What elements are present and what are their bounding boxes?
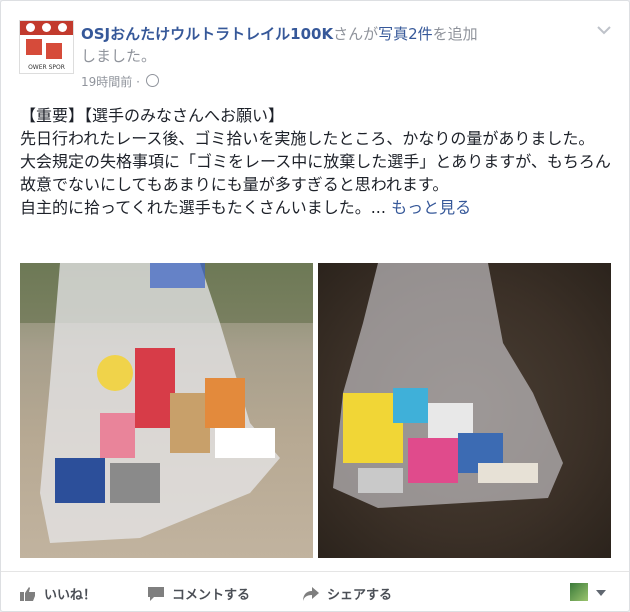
photos-link[interactable]: 写真2件 (378, 25, 433, 43)
post-header: OSJおんたけウルトラトレイル100Kさんが写真2件を追加 しました。 (81, 23, 551, 67)
page-name-link[interactable]: OSJおんたけウルトラトレイル100K (81, 25, 333, 43)
share-button[interactable]: シェアする (303, 584, 392, 603)
post-text-line: 大会規定の失格事項に「ゴミをレース中に放棄した選手」とありますが、もちろん故意で… (20, 152, 611, 194)
photo-1[interactable] (20, 263, 313, 558)
avatar-caption: OWER SPOR (28, 64, 65, 71)
chevron-down-icon[interactable] (597, 25, 611, 35)
like-button[interactable]: いいね！ (20, 584, 96, 603)
comment-button[interactable]: コメントする (148, 584, 250, 603)
comment-icon (148, 587, 164, 601)
globe-icon (145, 74, 159, 87)
trash-bag-photo-1 (20, 263, 313, 543)
audience-chevron-icon[interactable] (596, 590, 606, 596)
post-text-line: 先日行われたレース後、ゴミ拾いを実施したところ、かなりの量がありました。 (20, 129, 595, 148)
thumbs-up-icon (20, 587, 35, 601)
action-pre: さんが (333, 25, 379, 43)
meta-separator: · (132, 75, 144, 89)
action-post: を追加 (432, 25, 478, 43)
post-card: OWER SPOR OSJおんたけウルトラトレイル100Kさんが写真2件を追加 … (0, 0, 630, 612)
post-text-line: 自主的に拾ってくれた選手もたくさんいました。... (20, 198, 386, 217)
post-body: 【重要】【選手のみなさんへお願い】 先日行われたレース後、ゴミ拾いを実施したとこ… (20, 104, 620, 219)
share-label: シェアする (327, 588, 393, 603)
page-avatar[interactable]: OWER SPOR (19, 20, 74, 74)
action-bar: いいね！ コメントする シェアする (1, 571, 629, 612)
trash-bag-photo-2 (333, 263, 563, 508)
post-meta: 19時間前 · (81, 73, 159, 90)
see-more-link[interactable]: もっと見る (391, 198, 471, 217)
comment-label: コメントする (172, 588, 251, 603)
action-line2: しました。 (81, 47, 157, 65)
photo-2[interactable] (318, 263, 611, 558)
post-text-line: 【重要】【選手のみなさんへお願い】 (20, 106, 285, 125)
timestamp-link[interactable]: 19時間前 (81, 75, 132, 89)
viewer-avatar[interactable] (570, 583, 588, 601)
share-icon (303, 587, 319, 601)
like-label: いいね！ (44, 588, 97, 603)
